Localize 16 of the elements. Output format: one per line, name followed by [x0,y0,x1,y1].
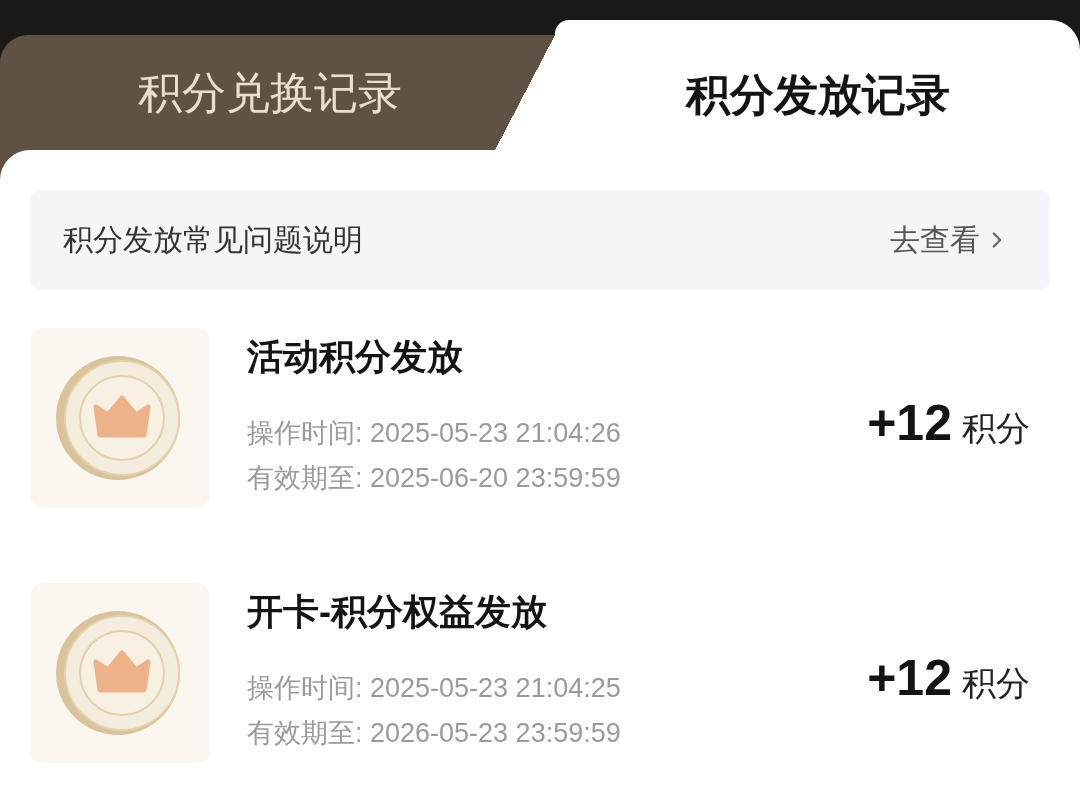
points-unit: 积分 [962,666,1030,700]
coin-icon [30,328,210,508]
points-amount: +12 [867,398,952,448]
record-title: 开卡-积分权益发放 [247,590,548,634]
record-title: 活动积分发放 [247,335,464,379]
view-link[interactable]: 去查看 [890,225,1010,255]
tab[interactable]: 积分发放记录 [555,20,1080,150]
expiry-time: 有效期至: 2025-06-20 23:59:59 [247,462,621,495]
points-amount: +12 [867,653,952,703]
expiry-time: 有效期至: 2026-05-23 23:59:59 [247,717,621,750]
tab[interactable]: 积分兑换记录 [0,35,495,150]
coin-icon [30,583,210,763]
faq-title: 积分发放常见问题说明 [63,225,363,255]
operation-time: 操作时间: 2025-05-23 21:04:25 [247,672,621,705]
points-unit: 积分 [962,411,1030,445]
operation-time: 操作时间: 2025-05-23 21:04:26 [247,417,621,450]
